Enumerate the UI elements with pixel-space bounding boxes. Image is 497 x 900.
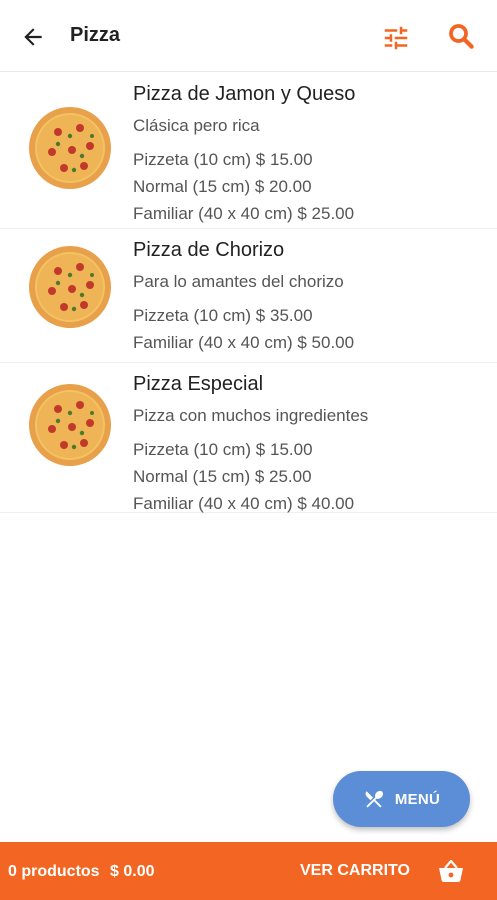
product-name: Pizza de Jamon y Queso	[133, 83, 356, 105]
fork-knife-icon	[365, 790, 383, 808]
menu-fab-label: MENÚ	[394, 790, 441, 808]
price-list: Pizzeta (10 cm) $ 35.00 Familiar (40 x 4…	[133, 302, 354, 356]
list-item[interactable]: Pizza Especial Pizza con muchos ingredie…	[0, 363, 497, 513]
view-cart-button[interactable]: VER CARRITO	[300, 856, 410, 886]
price-list: Pizzeta (10 cm) $ 15.00 Normal (15 cm) $…	[133, 146, 354, 227]
page-title: Pizza	[70, 24, 121, 46]
top-app-bar: Pizza	[0, 0, 497, 72]
basket-icon[interactable]	[437, 859, 465, 883]
price-option: Normal (15 cm) $ 20.00	[133, 177, 312, 196]
product-list: Pizza de Jamon y Queso Clásica pero rica…	[0, 73, 497, 513]
price-list: Pizzeta (10 cm) $ 15.00 Normal (15 cm) $…	[133, 436, 354, 517]
back-button[interactable]	[18, 22, 48, 52]
pizza-image	[29, 246, 111, 328]
product-name: Pizza Especial	[133, 373, 264, 395]
cart-total: $ 0.00	[110, 863, 155, 880]
cart-bar: 0 productos $ 0.00 VER CARRITO	[0, 842, 497, 900]
price-option: Familiar (40 x 40 cm) $ 50.00	[133, 333, 355, 352]
search-button[interactable]	[445, 20, 477, 52]
pizza-image	[29, 384, 111, 466]
pizza-image	[29, 107, 111, 189]
price-option: Pizzeta (10 cm) $ 15.00	[133, 440, 313, 459]
cart-count: 0 productos	[8, 863, 100, 880]
product-description: Pizza con muchos ingredientes	[133, 406, 369, 425]
search-icon	[449, 24, 474, 49]
product-description: Clásica pero rica	[133, 116, 260, 135]
list-item[interactable]: Pizza de Jamon y Queso Clásica pero rica…	[0, 73, 497, 229]
arrow-left-icon	[24, 28, 42, 46]
price-option: Familiar (40 x 40 cm) $ 25.00	[133, 204, 355, 223]
filter-button[interactable]	[380, 22, 412, 54]
list-item[interactable]: Pizza de Chorizo Para lo amantes del cho…	[0, 229, 497, 363]
menu-fab-button[interactable]: MENÚ	[333, 771, 470, 827]
product-name: Pizza de Chorizo	[133, 239, 285, 261]
price-option: Familiar (40 x 40 cm) $ 40.00	[133, 494, 355, 513]
price-option: Pizzeta (10 cm) $ 35.00	[133, 306, 313, 325]
product-description: Para lo amantes del chorizo	[133, 272, 344, 291]
view-cart-label: VER CARRITO	[300, 862, 410, 879]
tune-sliders-icon	[384, 26, 408, 50]
price-option: Normal (15 cm) $ 25.00	[133, 467, 312, 486]
price-option: Pizzeta (10 cm) $ 15.00	[133, 150, 313, 169]
